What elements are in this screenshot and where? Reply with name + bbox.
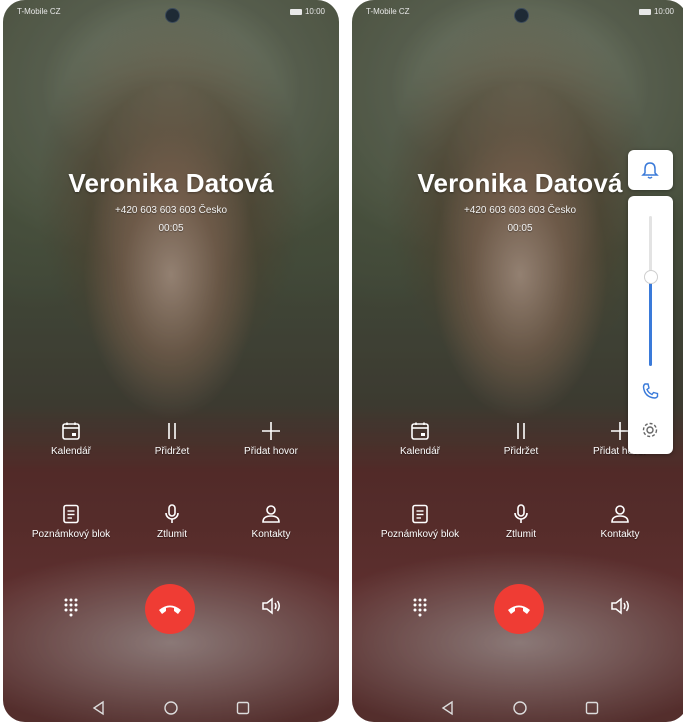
person-icon xyxy=(609,503,631,525)
end-call-button[interactable] xyxy=(145,584,195,634)
plus-icon xyxy=(260,420,282,442)
clock: 10:00 xyxy=(290,7,325,16)
caller-number: +420 603 603 603 Česko xyxy=(114,205,228,216)
call-volume-slider[interactable] xyxy=(649,216,652,366)
notepad-button[interactable]: Poznámkový blok xyxy=(26,503,116,540)
hold-label: Přidržet xyxy=(154,446,190,457)
phone-icon xyxy=(640,381,660,401)
contacts-label: Kontakty xyxy=(251,529,291,540)
pause-icon xyxy=(510,420,532,442)
keypad-icon xyxy=(409,595,431,617)
call-volume-slider-panel xyxy=(628,196,673,454)
keypad-icon xyxy=(60,595,82,617)
contacts-button[interactable]: Kontakty xyxy=(575,503,665,540)
hold-button[interactable]: Přidržet xyxy=(127,420,217,457)
calendar-label: Kalendář xyxy=(50,446,92,457)
person-icon xyxy=(260,503,282,525)
carrier-label: T-Mobile CZ xyxy=(17,7,61,16)
mute-button[interactable]: Ztlumit xyxy=(127,503,217,540)
phone-screen-call: T-Mobile CZ 10:00 Veronika Datová +420 6… xyxy=(3,0,339,722)
front-camera xyxy=(514,8,529,23)
calendar-icon xyxy=(409,420,431,442)
back-icon[interactable] xyxy=(440,700,456,716)
keypad-button[interactable] xyxy=(375,595,465,621)
bell-icon xyxy=(641,162,659,179)
hold-button[interactable]: Přidržet xyxy=(476,420,566,457)
calendar-label: Kalendář xyxy=(399,446,441,457)
calendar-icon xyxy=(60,420,82,442)
front-camera xyxy=(165,8,180,23)
note-icon xyxy=(60,503,82,525)
end-call-button[interactable] xyxy=(494,584,544,634)
navigation-bar xyxy=(352,700,683,720)
back-icon[interactable] xyxy=(91,700,107,716)
note-icon xyxy=(409,503,431,525)
mute-button[interactable]: Ztlumit xyxy=(476,503,566,540)
contacts-label: Kontakty xyxy=(600,529,640,540)
calendar-button[interactable]: Kalendář xyxy=(26,420,116,457)
notepad-label: Poznámkový blok xyxy=(380,529,460,540)
volume-panel xyxy=(628,150,673,454)
speaker-icon xyxy=(609,595,631,617)
notepad-button[interactable]: Poznámkový blok xyxy=(375,503,465,540)
gear-icon[interactable] xyxy=(640,420,660,440)
pause-icon xyxy=(161,420,183,442)
recents-icon[interactable] xyxy=(235,700,251,716)
carrier-label: T-Mobile CZ xyxy=(366,7,410,16)
add-call-button[interactable]: Přidat hovor xyxy=(226,420,316,457)
hold-label: Přidržet xyxy=(503,446,539,457)
speaker-icon xyxy=(260,595,282,617)
speaker-button[interactable] xyxy=(226,595,316,621)
navigation-bar xyxy=(3,700,339,720)
call-volume-handle[interactable] xyxy=(644,270,658,284)
calendar-button[interactable]: Kalendář xyxy=(375,420,465,457)
home-icon[interactable] xyxy=(512,700,528,716)
call-duration: 00:05 xyxy=(158,223,184,234)
caller-name: Veronika Datová xyxy=(68,168,274,198)
keypad-button[interactable] xyxy=(26,595,116,621)
end-call-icon xyxy=(508,605,530,614)
end-call-icon xyxy=(159,605,181,614)
ring-mode-button[interactable] xyxy=(628,150,673,190)
mute-label: Ztlumit xyxy=(157,529,187,540)
microphone-icon xyxy=(161,503,183,525)
call-volume-level xyxy=(649,276,652,366)
clock: 10:00 xyxy=(639,7,674,16)
speaker-button[interactable] xyxy=(575,595,665,621)
mute-label: Ztlumit xyxy=(506,529,536,540)
home-icon[interactable] xyxy=(163,700,179,716)
add-call-label: Přidat hovor xyxy=(244,446,298,457)
microphone-icon xyxy=(510,503,532,525)
notepad-label: Poznámkový blok xyxy=(31,529,111,540)
contacts-button[interactable]: Kontakty xyxy=(226,503,316,540)
recents-icon[interactable] xyxy=(584,700,600,716)
